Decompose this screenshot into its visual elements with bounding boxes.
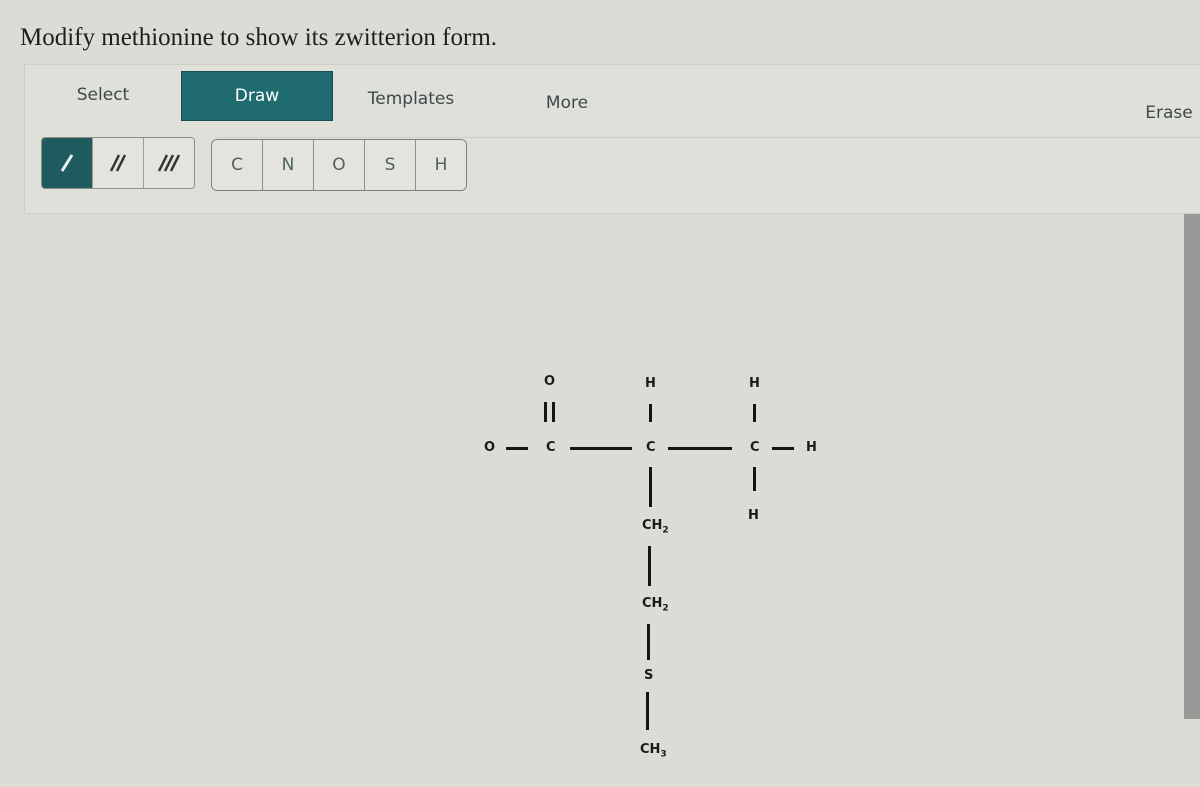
drawing-toolbar: Select Draw Templates More Erase C N O S… <box>24 64 1200 214</box>
atom-h-alpha[interactable]: H <box>645 376 656 391</box>
atom-ch2-2: CH2 <box>642 596 669 614</box>
single-bond-button[interactable] <box>42 138 93 188</box>
bond-cright-htop[interactable] <box>753 404 756 422</box>
atom-button-h[interactable]: H <box>416 140 466 190</box>
atom-ch3: CH3 <box>640 742 667 760</box>
double-bond-icon <box>109 154 127 172</box>
bond-calpha-ch2[interactable] <box>649 467 652 507</box>
tab-templates[interactable]: Templates <box>361 89 461 109</box>
erase-button[interactable]: Erase <box>1139 103 1199 123</box>
atom-ch2-1: CH2 <box>642 518 669 536</box>
atom-o-single[interactable]: O <box>484 440 495 455</box>
double-bond-button[interactable] <box>93 138 144 188</box>
bond-tool-group <box>41 137 195 189</box>
triple-bond-icon <box>157 154 181 172</box>
bond-o-c[interactable] <box>506 447 528 450</box>
atom-o-double[interactable]: O <box>544 374 555 389</box>
double-bond-line-2[interactable] <box>552 402 555 422</box>
atom-c-alpha[interactable]: C <box>646 440 656 455</box>
toolbar-divider <box>215 137 1200 138</box>
bond-ch2-s[interactable] <box>647 624 650 660</box>
bond-s-ch3[interactable] <box>646 692 649 730</box>
canvas-scrollbar[interactable] <box>1184 214 1200 719</box>
atom-c-carboxyl[interactable]: C <box>546 440 556 455</box>
tab-select[interactable]: Select <box>73 85 133 105</box>
atom-button-o[interactable]: O <box>314 140 365 190</box>
bond-calpha-cright[interactable] <box>668 447 732 450</box>
bond-cright-hbottom[interactable] <box>753 467 756 491</box>
bond-calpha-h[interactable] <box>649 404 652 422</box>
atom-button-n[interactable]: N <box>263 140 314 190</box>
tab-more[interactable]: More <box>537 93 597 113</box>
double-bond-line-1[interactable] <box>544 402 547 422</box>
atom-h-right[interactable]: H <box>806 440 817 455</box>
atom-c-right[interactable]: C <box>750 440 760 455</box>
atom-s[interactable]: S <box>644 668 653 683</box>
question-prompt: Modify methionine to show its zwitterion… <box>20 24 498 51</box>
drawing-canvas[interactable] <box>24 214 1184 787</box>
atom-tool-group: C N O S H <box>211 139 467 191</box>
bond-c-calpha[interactable] <box>570 447 632 450</box>
tab-draw[interactable]: Draw <box>181 71 333 121</box>
bond-ch2-ch2[interactable] <box>648 546 651 586</box>
atom-button-s[interactable]: S <box>365 140 416 190</box>
atom-h-bottom-right[interactable]: H <box>748 508 759 523</box>
atom-h-top-right[interactable]: H <box>749 376 760 391</box>
single-bond-icon <box>60 154 74 172</box>
triple-bond-button[interactable] <box>144 138 194 188</box>
bond-cright-h[interactable] <box>772 447 794 450</box>
atom-button-c[interactable]: C <box>212 140 263 190</box>
